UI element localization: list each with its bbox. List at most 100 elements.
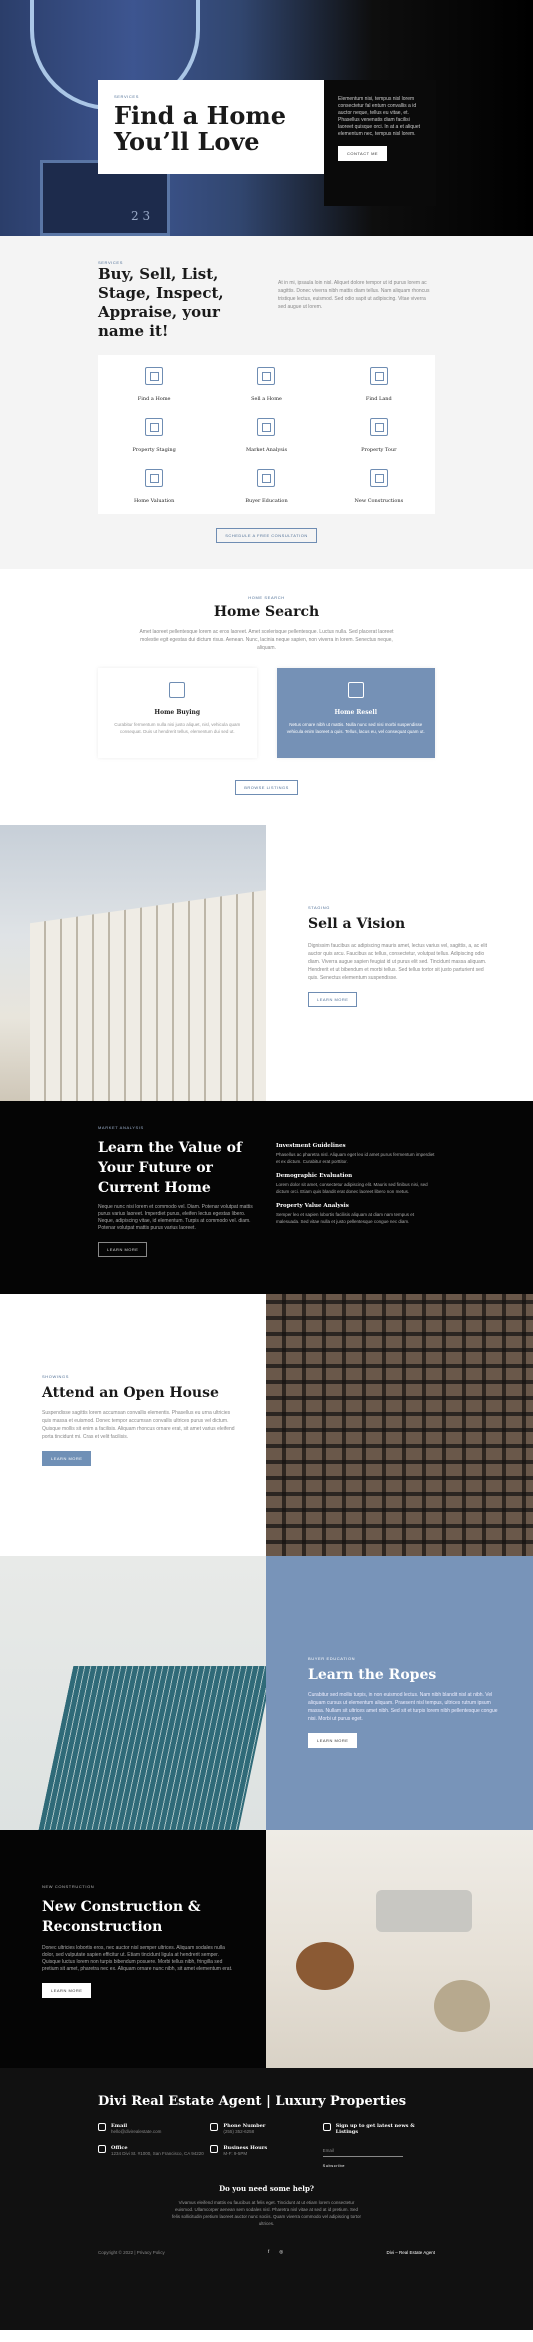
service-item[interactable]: Market Analysis <box>210 418 322 453</box>
value-eyebrow: Market Analysis <box>98 1125 144 1130</box>
home-search-intro: Amet laoreet pellentesque lorem ac eros … <box>139 629 394 651</box>
service-label: Property Tour <box>361 447 397 453</box>
home-search-section: Home Search Home Search Amet laoreet pel… <box>0 569 533 825</box>
ropes-text: Curabitur sed mollis turpis, in non euis… <box>308 1692 498 1722</box>
card-title: Home Resell <box>334 709 377 716</box>
footer-title: Divi Real Estate Agent | Luxury Properti… <box>98 2094 407 2109</box>
service-item[interactable]: Home Valuation <box>98 469 210 504</box>
hero-title: Find a Home You’ll Love <box>114 101 286 156</box>
building-photo <box>0 825 266 1101</box>
point-text: Semper leo et sapien lobortis facilisis … <box>276 1212 415 1224</box>
clock-icon <box>210 2145 219 2153</box>
map-icon <box>369 367 388 385</box>
point-title: Investment Guidelines <box>276 1143 346 1149</box>
help-text: Vivamus eleifend mattis eu faucibus at f… <box>171 2200 362 2226</box>
services-section: Services Buy, Sell, List, Stage, Inspect… <box>0 236 533 569</box>
open-house-text: Suspendisse sagittis lorem accumsan conv… <box>42 1410 235 1440</box>
newc-eyebrow: New Construction <box>42 1884 95 1889</box>
instagram-icon[interactable]: ◎ <box>279 2249 283 2255</box>
home-search-eyebrow: Home Search <box>248 595 285 600</box>
chart-icon <box>257 418 276 436</box>
copyright[interactable]: Copyright © 2022 | Privacy Policy <box>98 2250 165 2255</box>
vision-learn-more-button[interactable]: Learn More <box>308 992 358 1007</box>
subscribe-button[interactable]: Subscribe <box>323 2163 435 2168</box>
newc-title: New Construction & Reconstruction <box>42 1899 201 1935</box>
newsletter-form: Email Subscribe <box>322 2145 435 2168</box>
phone-link[interactable]: (255) 352-6258 <box>223 2129 265 2135</box>
card-title: Home Buying <box>154 709 201 716</box>
vision-eyebrow: Staging <box>308 905 330 910</box>
newc-text: Donec ultricies lobortis eros, nec aucto… <box>42 1945 233 1972</box>
point-text: Phasellus ac pharetra nisl. Aliquam eget… <box>276 1152 435 1164</box>
facebook-icon[interactable]: f <box>268 2249 269 2255</box>
hours-contact: Business Hours M-F: 9-5PM <box>210 2145 322 2168</box>
service-label: Home Valuation <box>133 498 175 504</box>
home-icon <box>322 2123 331 2131</box>
glass-tower-photo <box>0 1556 266 1830</box>
vision-text: Dignissim faucibus ac adipiscing mauris … <box>308 943 487 981</box>
tour-icon <box>369 418 388 436</box>
help-block: Do you need some help? Vivamus eleifend … <box>98 2184 435 2227</box>
service-item[interactable]: Property Tour <box>323 418 435 453</box>
location-icon <box>98 2145 106 2153</box>
service-label: Find a Home <box>137 396 171 402</box>
service-label: Sell a Home <box>251 396 282 402</box>
service-item[interactable]: Sell a Home <box>210 367 322 402</box>
home-resell-card[interactable]: Home Resell Netus ornare nibh ut mattis.… <box>276 668 435 758</box>
house-search-icon <box>145 367 164 385</box>
open-house-eyebrow: Showings <box>42 1374 70 1379</box>
staging-icon <box>145 418 164 436</box>
contact-button[interactable]: Contact Me <box>338 146 388 161</box>
newc-learn-more-button[interactable]: Learn More <box>42 1983 92 1998</box>
signup-label: Sign up to get latest news & Listings <box>335 2123 415 2135</box>
point-title: Demographic Evaluation <box>276 1173 353 1179</box>
phone-contact: Phone Number (255) 352-6258 <box>210 2123 322 2135</box>
service-item[interactable]: New Constructions <box>323 469 435 504</box>
service-label: New Constructions <box>354 498 404 504</box>
email-input[interactable]: Email <box>322 2145 403 2157</box>
value-learn-more-button[interactable]: Learn More <box>98 1242 148 1257</box>
market-analysis-section: Market Analysis Learn the Value of Your … <box>0 1101 533 1294</box>
email-link[interactable]: hello@divirealestate.com <box>111 2129 161 2135</box>
office-address: 1234 Divi St. #1000, San Francisco, CA 9… <box>111 2151 204 2156</box>
hero-card: Services Find a Home You’ll Love <box>98 80 324 174</box>
footer: Divi Real Estate Agent | Luxury Properti… <box>0 2068 533 2330</box>
footer-bar: Copyright © 2022 | Privacy Policy f ◎ Div… <box>98 2249 435 2255</box>
phone-icon <box>210 2123 219 2131</box>
mail-icon <box>98 2123 106 2131</box>
service-item[interactable]: Buyer Education <box>210 469 322 504</box>
service-item[interactable]: Find a Home <box>98 367 210 402</box>
buyer-education-section: Buyer Education Learn the Ropes Curabitu… <box>0 1556 533 1830</box>
service-item[interactable]: Property Staging <box>98 418 210 453</box>
signup-block: Sign up to get latest news & Listings <box>322 2123 435 2135</box>
browse-listings-button[interactable]: Browse Listings <box>235 780 298 795</box>
hero-section: 2 3 Services Find a Home You’ll Love Ele… <box>0 0 533 236</box>
new-construction-section: New Construction New Construction & Reco… <box>0 1830 533 2068</box>
brick-building-photo <box>266 1294 533 1556</box>
document-icon <box>257 469 276 487</box>
service-label: Find Land <box>365 396 392 402</box>
service-item[interactable]: Find Land <box>323 367 435 402</box>
vision-section: Staging Sell a Vision Dignissim faucibus… <box>0 825 533 1101</box>
home-buying-card[interactable]: Home Buying Curabitur fermentum nulla ni… <box>98 668 257 758</box>
value-title: Learn the Value of Your Future or Curren… <box>98 1140 242 1196</box>
hero-side-panel: Elementum nisi, tempus nisl lorem consec… <box>324 80 436 206</box>
services-grid: Find a Home Sell a Home Find Land Proper… <box>98 355 435 514</box>
service-label: Buyer Education <box>245 498 288 504</box>
house-dollar-icon <box>169 682 186 698</box>
services-title: Buy, Sell, List, Stage, Inspect, Apprais… <box>98 265 224 340</box>
sign-icon <box>257 367 276 385</box>
hero-side-text: Elementum nisi, tempus nisl lorem consec… <box>338 96 420 137</box>
schedule-consultation-button[interactable]: Schedule a Free Consultation <box>216 528 317 543</box>
services-text: At in mi, ipsaula loin nisl. Aliquet dol… <box>278 280 430 310</box>
hero-eyebrow: Services <box>114 94 139 99</box>
ropes-eyebrow: Buyer Education <box>308 1656 356 1661</box>
open-house-learn-more-button[interactable]: Learn More <box>42 1451 92 1466</box>
service-label: Market Analysis <box>245 447 288 453</box>
ropes-learn-more-button[interactable]: Learn More <box>308 1733 358 1748</box>
open-house-section: Showings Attend an Open House Suspendiss… <box>0 1294 533 1556</box>
living-room-photo <box>266 1830 533 2068</box>
value-text: Neque nunc nisi lorem et commodo vel. Di… <box>98 1204 253 1231</box>
point-text: Lorem dolor sit amet, consectetur adipis… <box>276 1182 428 1194</box>
crane-icon <box>369 469 388 487</box>
